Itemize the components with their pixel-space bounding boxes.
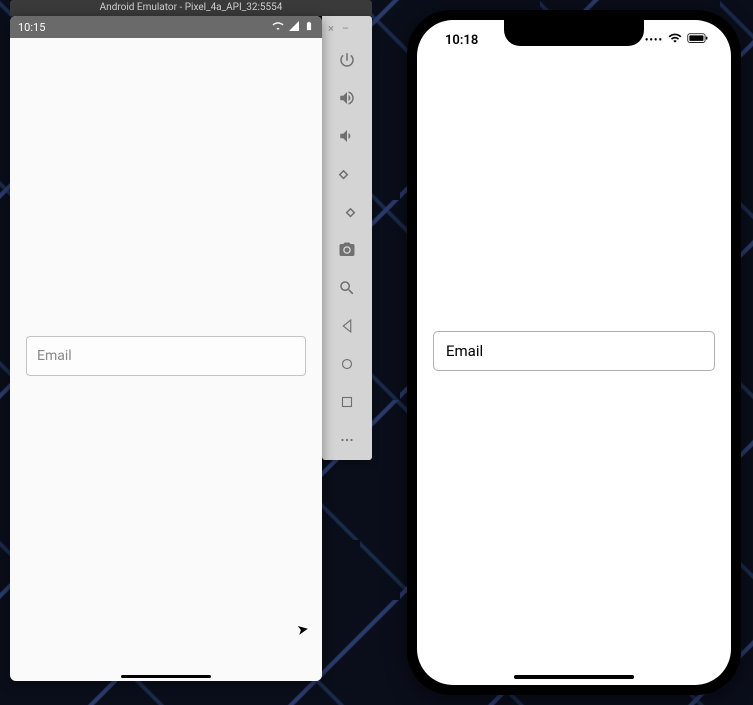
wifi-icon xyxy=(272,20,284,35)
volume-down-icon[interactable] xyxy=(328,117,366,155)
email-placeholder: Email xyxy=(37,348,72,364)
ios-home-indicator[interactable] xyxy=(514,675,634,679)
mouse-cursor: ➤ xyxy=(296,621,310,639)
android-window-title: Android Emulator - Pixel_4a_API_32:5554 xyxy=(10,0,372,16)
rotate-right-icon[interactable] xyxy=(328,193,366,231)
more-icon[interactable] xyxy=(328,421,366,459)
android-emulator-window: Android Emulator - Pixel_4a_API_32:5554 … xyxy=(10,0,372,681)
ios-screen: 10:18 •••• Email xyxy=(417,20,731,685)
power-icon[interactable] xyxy=(328,41,366,79)
camera-icon[interactable] xyxy=(328,231,366,269)
signal-icon xyxy=(288,20,300,35)
home-icon[interactable] xyxy=(328,345,366,383)
emulator-close-button[interactable]: × xyxy=(328,22,334,35)
rotate-left-icon[interactable] xyxy=(328,155,366,193)
overview-icon[interactable] xyxy=(328,383,366,421)
volume-up-icon[interactable] xyxy=(328,79,366,117)
email-field[interactable]: Email xyxy=(433,331,715,371)
android-status-time: 10:15 xyxy=(18,21,45,34)
battery-icon xyxy=(304,20,314,35)
android-device-frame: 10:15 Email xyxy=(10,16,322,681)
ios-notch xyxy=(504,20,644,46)
back-icon[interactable] xyxy=(328,307,366,345)
email-field[interactable]: Email xyxy=(26,336,306,376)
ios-simulator-frame: 10:18 •••• Email xyxy=(407,10,741,695)
emulator-minimize-button[interactable]: – xyxy=(342,22,349,35)
emulator-toolbar: × – xyxy=(322,16,372,460)
android-app-screen: Email xyxy=(10,38,322,681)
ios-app-screen: Email xyxy=(417,20,731,685)
android-status-bar: 10:15 xyxy=(10,16,322,38)
zoom-icon[interactable] xyxy=(328,269,366,307)
email-placeholder: Email xyxy=(446,342,483,360)
android-nav-handle[interactable] xyxy=(121,675,211,678)
